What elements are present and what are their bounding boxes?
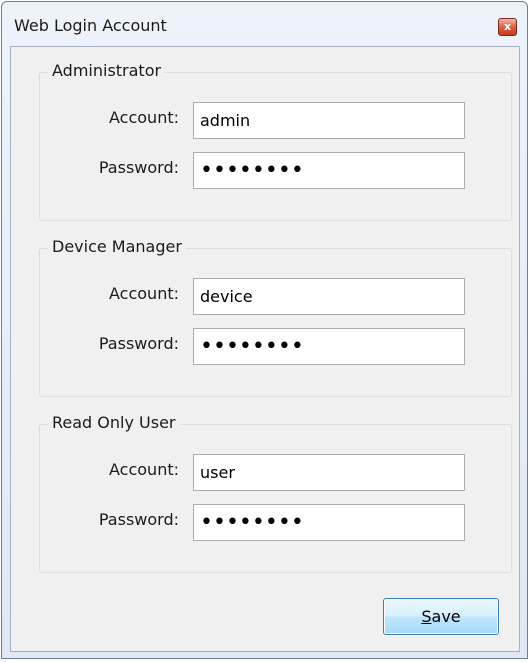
- title-bar[interactable]: Web Login Account x: [2, 2, 527, 46]
- close-icon: x: [503, 20, 512, 33]
- device-manager-password-input[interactable]: [193, 328, 465, 365]
- password-label: Password:: [98, 510, 179, 529]
- read-only-user-account-input[interactable]: [193, 454, 465, 491]
- administrator-password-input[interactable]: [193, 152, 465, 189]
- group-title: Read Only User: [48, 413, 180, 432]
- group-title: Device Manager: [48, 237, 186, 256]
- save-button[interactable]: Save: [383, 598, 499, 635]
- device-manager-account-input[interactable]: [193, 278, 465, 315]
- read-only-user-group: Read Only User Account: Password:: [39, 413, 512, 573]
- password-label: Password:: [98, 334, 179, 353]
- login-account-window: Web Login Account x Administrator Accoun…: [1, 1, 528, 659]
- group-title: Administrator: [48, 61, 166, 80]
- read-only-user-password-input[interactable]: [193, 504, 465, 541]
- save-mnemonic: S: [421, 607, 432, 626]
- password-label: Password:: [98, 158, 179, 177]
- account-label: Account:: [109, 460, 179, 479]
- dialog-body: Administrator Account: Password: Device …: [10, 46, 520, 652]
- administrator-account-input[interactable]: [193, 102, 465, 139]
- device-manager-group: Device Manager Account: Password:: [39, 237, 512, 397]
- administrator-group: Administrator Account: Password:: [39, 61, 512, 221]
- account-label: Account:: [109, 108, 179, 127]
- window-title: Web Login Account: [14, 16, 167, 35]
- close-button[interactable]: x: [498, 18, 517, 36]
- save-label-rest: ave: [431, 607, 461, 626]
- account-label: Account:: [109, 284, 179, 303]
